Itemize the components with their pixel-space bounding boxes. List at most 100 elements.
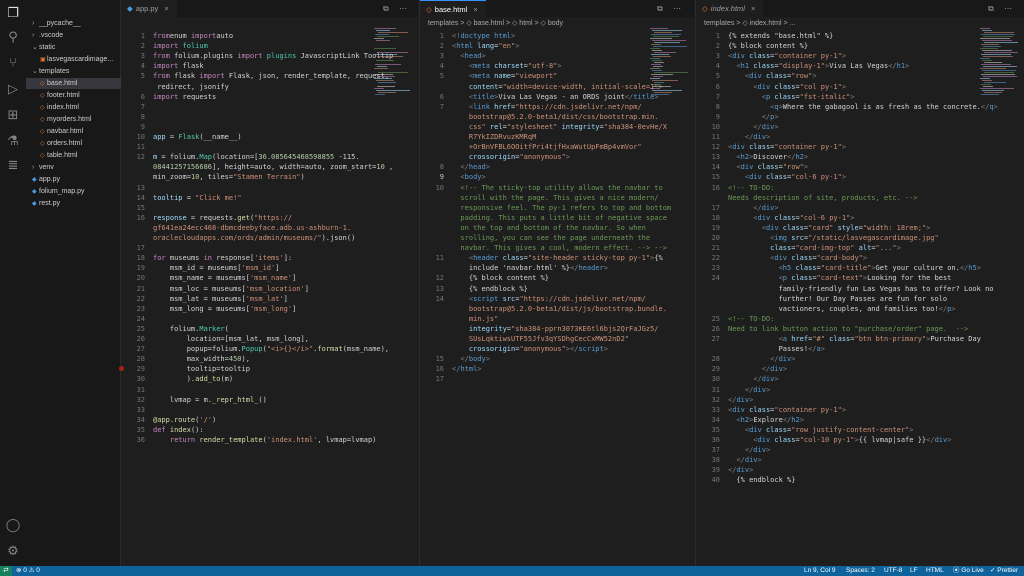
close-icon[interactable]: × — [164, 4, 168, 13]
editor-tab[interactable]: ◇ base.html × — [420, 0, 486, 18]
explorer-folder[interactable]: ⌄templates — [32, 66, 69, 77]
encoding[interactable]: UTF-8 — [884, 566, 902, 576]
editor-group-index-html[interactable]: ◇ index.html × ⧉ ⋯ templates > ◇ index.html >… — [696, 0, 1024, 566]
minimap-line — [981, 74, 1015, 75]
database-icon[interactable]: ≣ — [5, 158, 21, 174]
minimap-line — [650, 68, 660, 69]
code-token: "<i>{}</i>" — [266, 345, 314, 354]
explorer-file[interactable]: ◇ navbar.html — [40, 126, 83, 137]
minimap[interactable] — [980, 28, 1018, 98]
code-token: link — [473, 102, 490, 111]
minimap-line — [982, 80, 992, 81]
editor-group-app-py[interactable]: ◆ app.py × ⧉ ⋯ 1 fromenum importauto 2 import fo… — [119, 0, 418, 566]
explorer-file[interactable]: ◇ footer.html — [40, 90, 80, 101]
explorer-file[interactable]: ◇ base.html — [26, 78, 134, 89]
split-editor-icon[interactable]: ⧉ — [383, 0, 389, 17]
code-token: {% block content %} — [728, 42, 809, 51]
explorer-folder[interactable]: › .vscode — [32, 30, 63, 41]
code-token: "btn btn-primary" — [854, 335, 927, 343]
code-token: bootstrap@5.2.0-beta1/dist/css/bootstrap… — [452, 112, 659, 121]
code-token: div — [732, 143, 745, 152]
minimap[interactable] — [374, 28, 412, 98]
prettier-status[interactable]: ✓ Prettier — [990, 566, 1018, 576]
explorer-icon[interactable]: ❐ — [5, 6, 21, 22]
code-token: class — [744, 405, 771, 414]
code-token: > — [841, 52, 847, 61]
code-token: div — [761, 122, 775, 131]
split-editor-icon[interactable]: ⧉ — [657, 0, 663, 17]
code-line: srolling, you can see the page underneat… — [452, 233, 650, 243]
remote-icon[interactable]: ⇄ — [0, 566, 12, 576]
explorer-file[interactable]: ◇ index.html — [40, 102, 79, 113]
chevron-right-icon: › — [32, 20, 35, 27]
minimap-line — [980, 68, 1006, 69]
explorer-file[interactable]: ◆ folium_map.py — [32, 186, 85, 197]
account-icon[interactable]: ◯ — [5, 518, 21, 534]
code-token: integrity — [452, 324, 507, 333]
cursor-position[interactable]: Ln 9, Col 9 — [804, 566, 835, 576]
problems-indicator[interactable]: ⊗ 0 ⚠ 0 — [16, 566, 40, 576]
minimap-line — [652, 90, 682, 91]
indentation[interactable]: Spaces: 2 — [846, 566, 875, 576]
minimap-line — [981, 34, 1015, 35]
explorer-folder[interactable]: › venv — [32, 162, 54, 173]
code-token: title — [473, 92, 495, 101]
end-of-line[interactable]: LF — [910, 566, 918, 576]
code-line: <a href="#" class="btn btn-primary">Purc… — [728, 334, 981, 344]
breadcrumb[interactable]: templates > ◇ index.html > ... — [704, 18, 795, 29]
breadcrumb[interactable]: templates > ◇ base.html > ◇ html > ◇ bod… — [428, 18, 563, 29]
explorer-file[interactable]: ◇ orders.html — [40, 138, 82, 149]
code-token: 'msm_name' — [249, 274, 293, 283]
code-line: <!-- The sticky-top utility allows the n… — [452, 183, 662, 193]
code-token: div — [749, 425, 762, 434]
status-bar: ⇄ ⊗ 0 ⚠ 0 Ln 9, Col 9 Spaces: 2 UTF-8 LF… — [0, 566, 1024, 576]
code-token: = — [182, 193, 196, 202]
code-token: SUsLqktiwsUTF55Jfv3qYSDhgCecCxMW52nD2" — [452, 335, 630, 343]
image-file-icon: ▣ — [40, 57, 46, 63]
explorer-folder[interactable]: › __pycache__ — [32, 18, 81, 29]
explorer-file[interactable]: ▣lasvegascardimage... — [40, 54, 113, 65]
split-editor-icon[interactable]: ⧉ — [988, 0, 994, 17]
close-icon[interactable]: × — [473, 5, 477, 14]
manage-gear-icon[interactable]: ⚙ — [5, 544, 21, 560]
line-number: 21 — [136, 284, 145, 293]
explorer-item-label: rest.py — [39, 200, 61, 207]
language-mode[interactable]: HTML — [926, 566, 944, 576]
line-number: 9 — [140, 122, 145, 131]
more-actions-icon[interactable]: ⋯ — [399, 0, 407, 17]
code-line: <body> — [452, 172, 485, 182]
explorer-file[interactable]: ◇ table.html — [40, 150, 77, 161]
code-token: msm_loc = museums[ — [153, 284, 246, 293]
code-token: class — [749, 62, 775, 71]
explorer-file[interactable]: ◇ myorders.html — [40, 114, 91, 125]
code-token: > — [782, 365, 788, 374]
extensions-icon[interactable]: ⊞ — [5, 108, 21, 124]
explorer-file[interactable]: ◆ app.py — [32, 174, 60, 185]
code-token: further! Our Day Passes are fun for solo — [728, 294, 948, 303]
more-actions-icon[interactable]: ⋯ — [1004, 0, 1012, 17]
code-line: Need to link button action to "purchase/… — [728, 324, 968, 334]
run-debug-icon[interactable]: ▷ — [5, 82, 21, 98]
code-token: style — [833, 223, 859, 232]
editor-tab[interactable]: ◇ index.html × — [696, 0, 764, 17]
code-token: </ — [728, 375, 762, 384]
line-number: 9 — [439, 173, 444, 182]
code-token: </ — [728, 456, 745, 465]
search-icon[interactable]: ⚲ — [5, 30, 21, 46]
minimap[interactable] — [650, 28, 688, 98]
code-line: crossorigin="anonymous"> — [452, 152, 570, 162]
minimap-line — [651, 54, 669, 55]
editor-tab[interactable]: ◆ app.py × — [121, 0, 177, 17]
code-line: vactioners, couples, and families too!</… — [728, 304, 956, 314]
more-actions-icon[interactable]: ⋯ — [673, 0, 681, 17]
close-icon[interactable]: × — [751, 4, 755, 13]
code-token: get — [237, 213, 250, 222]
code-line: <div class="container py-1"> — [728, 405, 846, 415]
go-live-button[interactable]: ⦿ Go Live — [953, 566, 984, 576]
explorer-file[interactable]: ◆ rest.py — [32, 198, 60, 209]
testing-icon[interactable]: ⚗ — [5, 134, 21, 150]
editor-group-base-html[interactable]: ◇ base.html × ⧉ ⋯ templates > ◇ base.html > ◇… — [420, 0, 694, 566]
explorer-folder[interactable]: ⌄static — [32, 42, 55, 53]
minimap-line — [374, 48, 396, 49]
source-control-icon[interactable]: ⑂ — [5, 56, 21, 72]
